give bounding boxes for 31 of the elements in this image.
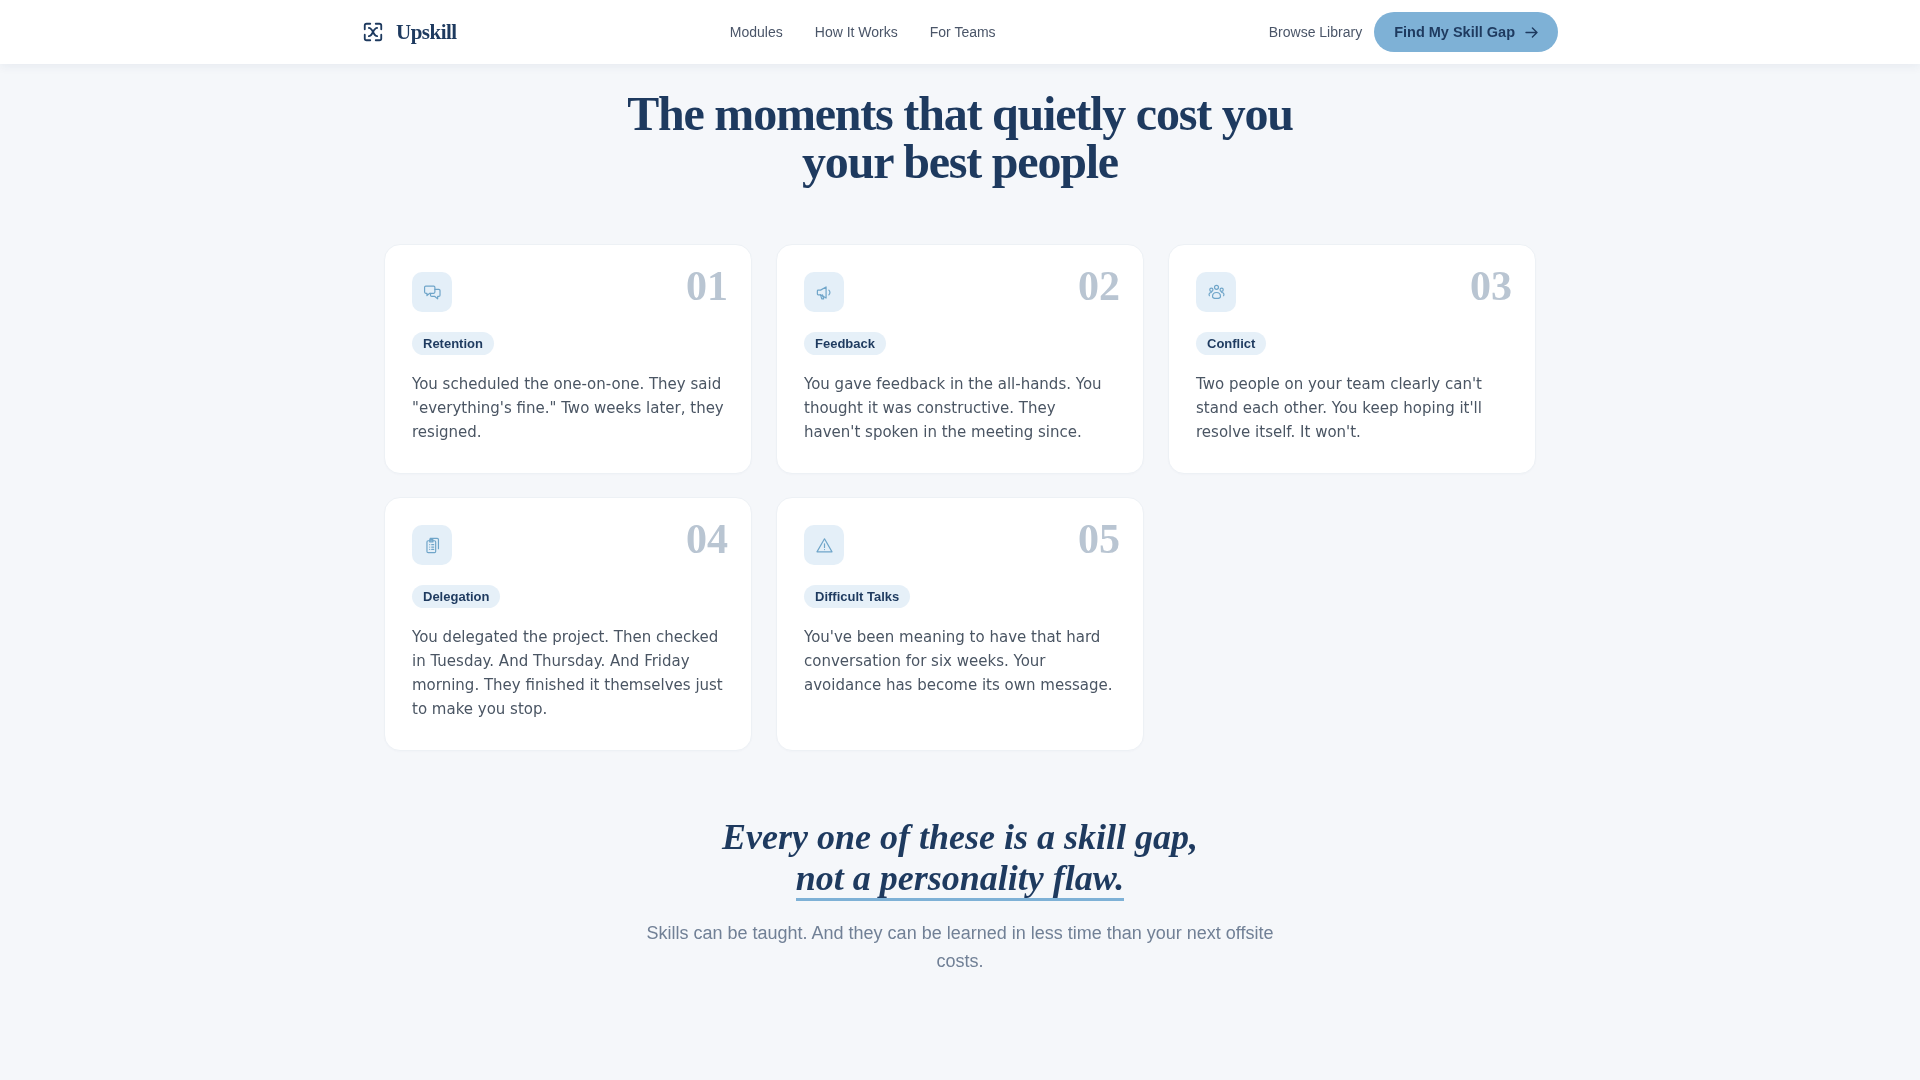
category-tag: Conflict	[1196, 332, 1267, 355]
brand-name[interactable]: Upskill	[396, 19, 457, 45]
card-number: 04	[686, 522, 728, 556]
logo-icon[interactable]	[362, 21, 384, 43]
nav-link[interactable]: For Teams	[929, 24, 996, 40]
closing-headline: Every one of these is a skill gap, not a personality flaw.	[722, 817, 1198, 899]
megaphone-icon	[804, 272, 844, 312]
category-tag: Delegation	[412, 585, 501, 608]
chat-bubbles-icon	[412, 272, 452, 312]
card-description: You've been meaning to have that hard conversation for six weeks. Your avoidance has become its own message.	[804, 627, 1114, 696]
card-number: 01	[686, 269, 728, 303]
card-number: 02	[1078, 269, 1120, 303]
closing-subtitle: Skills can be taught. And they can be learned in less time than your next offsite costs.	[645, 922, 1275, 973]
people-group-icon	[1196, 272, 1236, 312]
category-tag: Feedback	[804, 332, 886, 355]
category-tag: Difficult Talks	[804, 585, 911, 608]
category-tag: Retention	[412, 332, 494, 355]
card-description: You delegated the project. Then checked in Tuesday. And Thursday. And Friday morning. They finished it themselves just to make you stop.	[412, 627, 724, 720]
clipboards-icon	[412, 525, 452, 565]
card-description: You gave feedback in the all-hands. You thought it was constructive. They haven't spoken in the meeting since.	[804, 374, 1103, 443]
nav-link[interactable]: How It Works	[814, 24, 898, 40]
find-skill-gap-button[interactable]: Find My Skill Gap	[1374, 12, 1558, 52]
card-number: 03	[1470, 269, 1512, 303]
card-description: You scheduled the one-on-one. They said "everything's fine." Two weeks later, they resigned.	[412, 374, 724, 443]
card-description: Two people on your team clearly can't stand each other. You keep hoping it'll resolve itself. It won't.	[1196, 374, 1483, 443]
browse-library-link[interactable]: Browse Library	[1268, 24, 1363, 40]
card-number: 05	[1078, 522, 1120, 556]
warning-icon	[804, 525, 844, 565]
arrow-right-icon	[1525, 26, 1538, 38]
nav-link[interactable]: Modules	[729, 24, 783, 40]
section-title: The moments that quietly cost you your best people	[626, 90, 1294, 186]
